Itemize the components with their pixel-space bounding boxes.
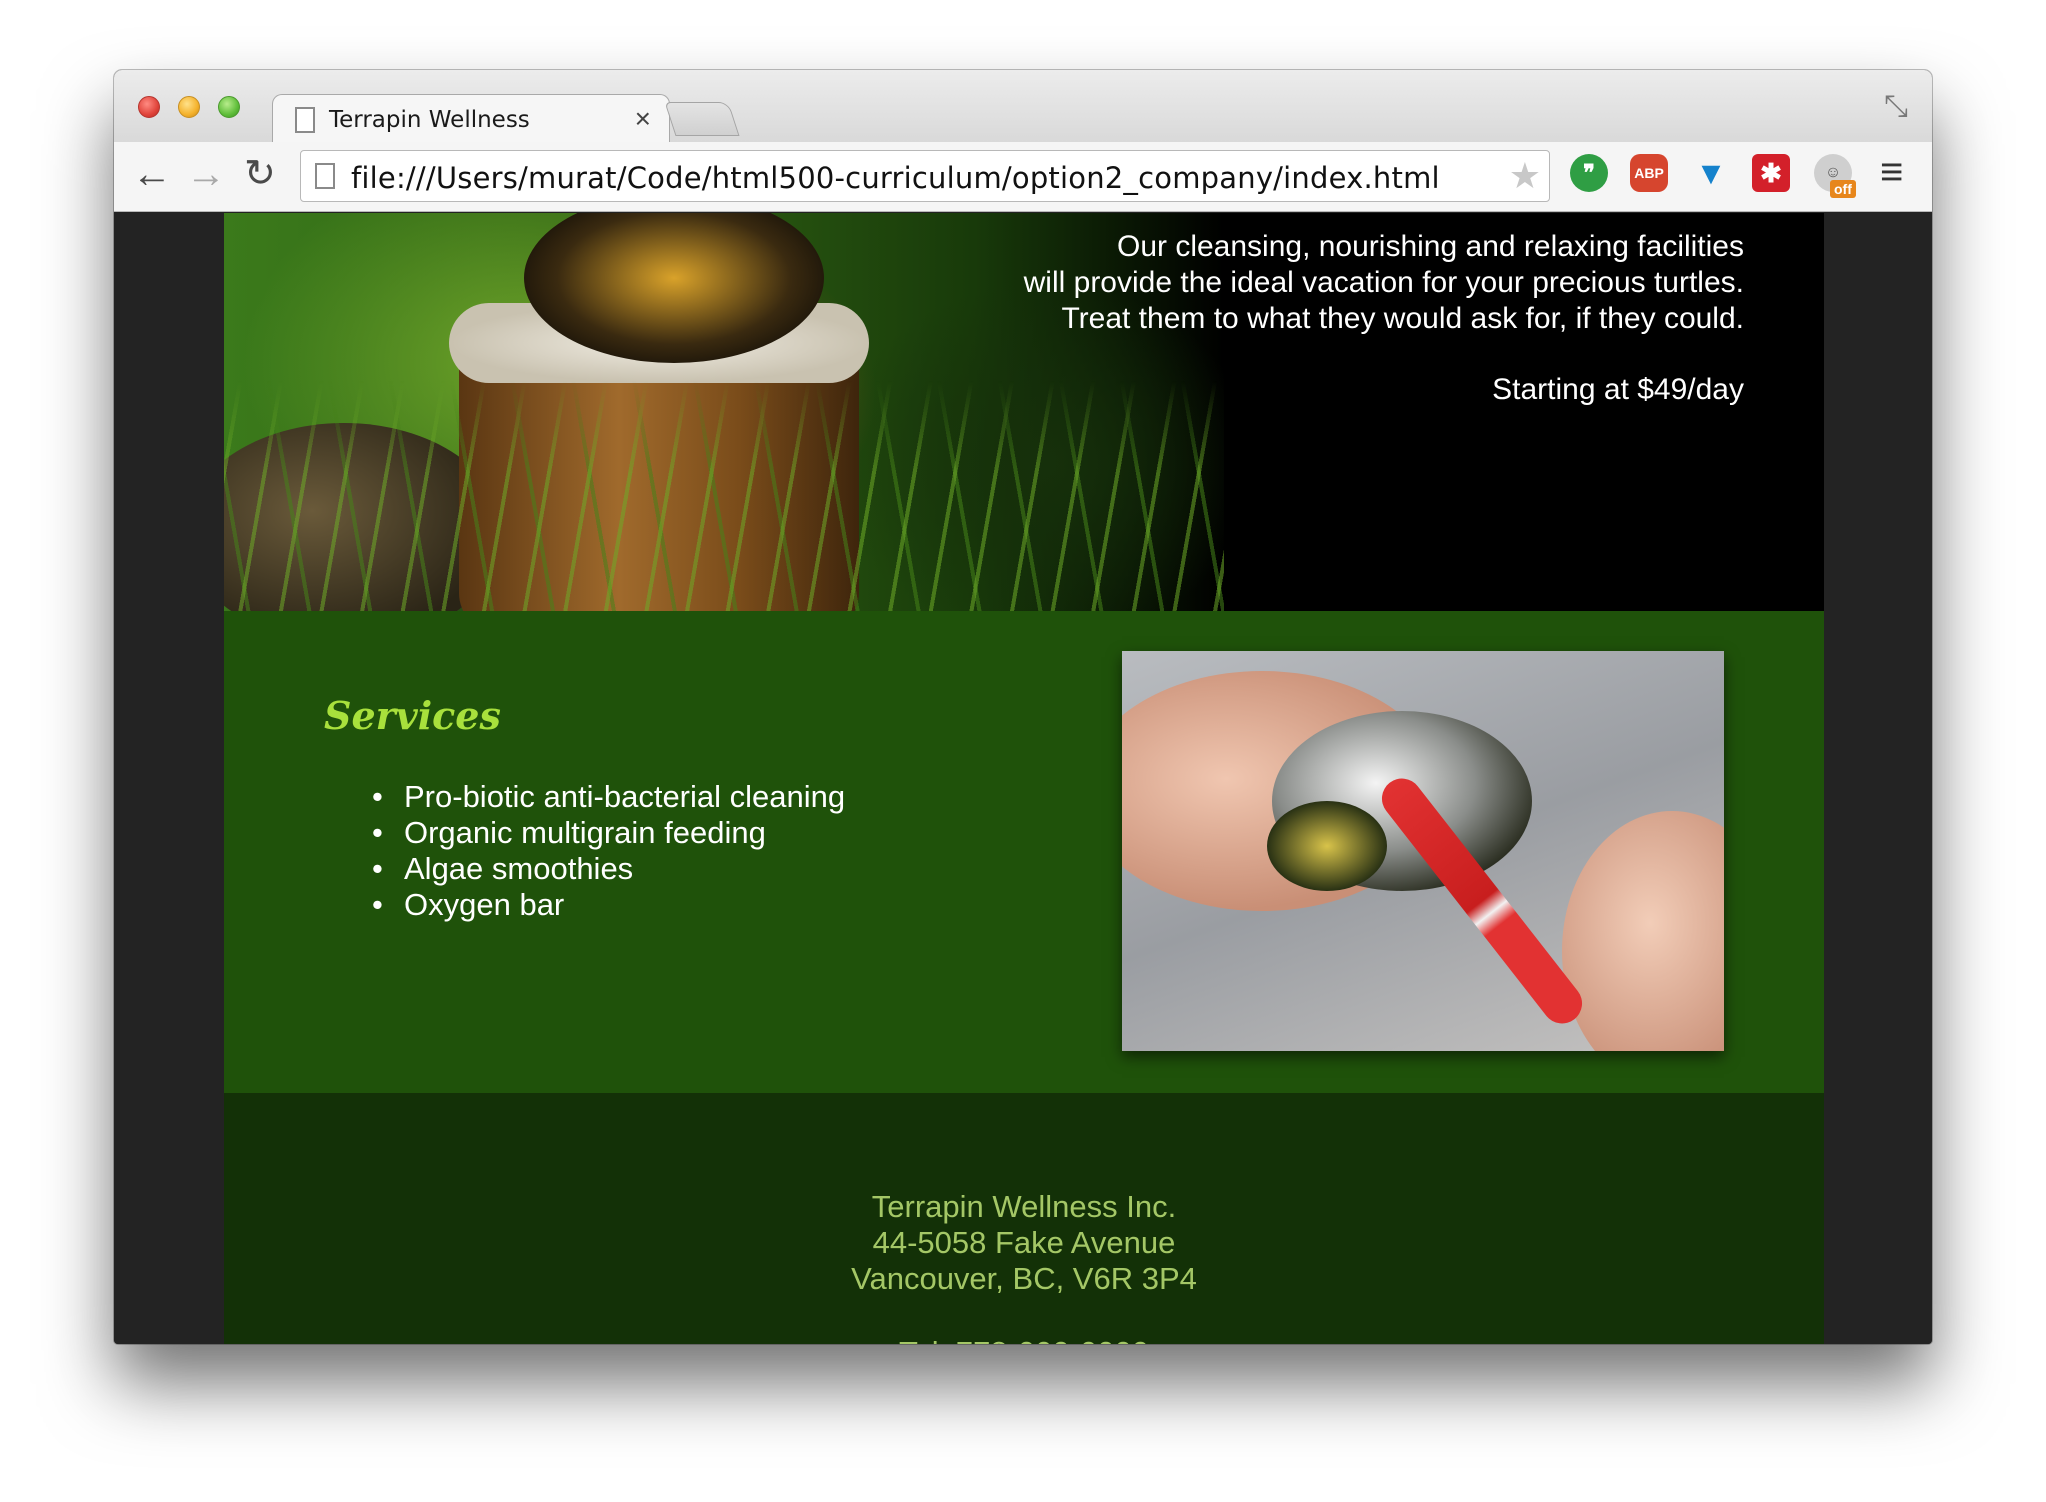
hamburger-menu-icon[interactable]: ≡ [1880, 150, 1903, 195]
list-item: Pro-biotic anti-bacterial cleaning [372, 779, 845, 815]
tab-terrapin-wellness[interactable]: Terrapin Wellness × [272, 94, 670, 144]
city-address: Vancouver, BC, V6R 3P4 [851, 1261, 1197, 1296]
tab-close-icon[interactable]: × [635, 103, 651, 135]
browser-window: Terrapin Wellness × ⤡ ← → ↻ file:///User… [114, 70, 1932, 1344]
address-bar[interactable]: file:///Users/murat/Code/html500-curricu… [300, 150, 1550, 202]
funnel-extension-icon[interactable]: ▼ [1692, 154, 1730, 192]
close-window-button[interactable] [138, 96, 160, 118]
hero-line: will provide the ideal vacation for your… [1023, 266, 1744, 299]
reload-icon[interactable]: ↻ [244, 152, 276, 196]
new-tab-button[interactable] [664, 102, 740, 136]
forward-arrow-icon[interactable]: → [186, 152, 226, 196]
url-text[interactable]: file:///Users/murat/Code/html500-curricu… [351, 161, 1440, 195]
turtle-brushing-image [1122, 651, 1724, 1051]
footer: Terrapin Wellness Inc. 44-5058 Fake Aven… [224, 1093, 1824, 1344]
zoom-window-button[interactable] [218, 96, 240, 118]
title-bar: Terrapin Wellness × ⤡ [114, 70, 1932, 144]
hero-price: Starting at $49/day [1492, 373, 1744, 406]
fullscreen-icon[interactable]: ⤡ [1884, 90, 1908, 124]
hero-line: Our cleansing, nourishing and relaxing f… [1116, 230, 1744, 263]
street-address: 44-5058 Fake Avenue [872, 1225, 1176, 1260]
ghostery-off-badge: off [1830, 180, 1856, 198]
tab-title: Terrapin Wellness [329, 107, 530, 133]
list-item: Oxygen bar [372, 887, 845, 923]
minimize-window-button[interactable] [178, 96, 200, 118]
services-list: Pro-biotic anti-bacterial cleaning Organ… [372, 779, 845, 923]
back-arrow-icon[interactable]: ← [132, 152, 172, 196]
page-content: Our cleansing, nourishing and relaxing f… [224, 213, 1824, 1344]
lastpass-extension-icon[interactable]: ✱ [1752, 154, 1790, 192]
list-item: Organic multigrain feeding [372, 815, 845, 851]
page-icon [295, 107, 315, 133]
hero-banner: Our cleansing, nourishing and relaxing f… [224, 213, 1824, 611]
services-heading: Services [324, 693, 501, 738]
bookmark-star-icon[interactable]: ★ [1509, 155, 1541, 197]
list-item: Algae smoothies [372, 851, 845, 887]
adblock-plus-extension-icon[interactable]: ABP [1630, 154, 1668, 192]
services-section: Services Pro-biotic anti-bacterial clean… [224, 611, 1824, 1093]
browser-toolbar: ← → ↻ file:///Users/murat/Code/html500-c… [114, 142, 1932, 212]
footer-address: Terrapin Wellness Inc. 44-5058 Fake Aven… [224, 1189, 1824, 1297]
company-name: Terrapin Wellness Inc. [871, 1189, 1177, 1224]
hangouts-extension-icon[interactable]: ❞ [1570, 154, 1608, 192]
hero-tagline: Our cleansing, nourishing and relaxing f… [844, 229, 1744, 337]
page-viewport[interactable]: Our cleansing, nourishing and relaxing f… [114, 213, 1932, 1344]
hero-line: Treat them to what they would ask for, i… [1061, 302, 1744, 335]
footer-phone: Tel: 778-000-0000 [224, 1335, 1824, 1344]
page-icon [315, 163, 335, 189]
